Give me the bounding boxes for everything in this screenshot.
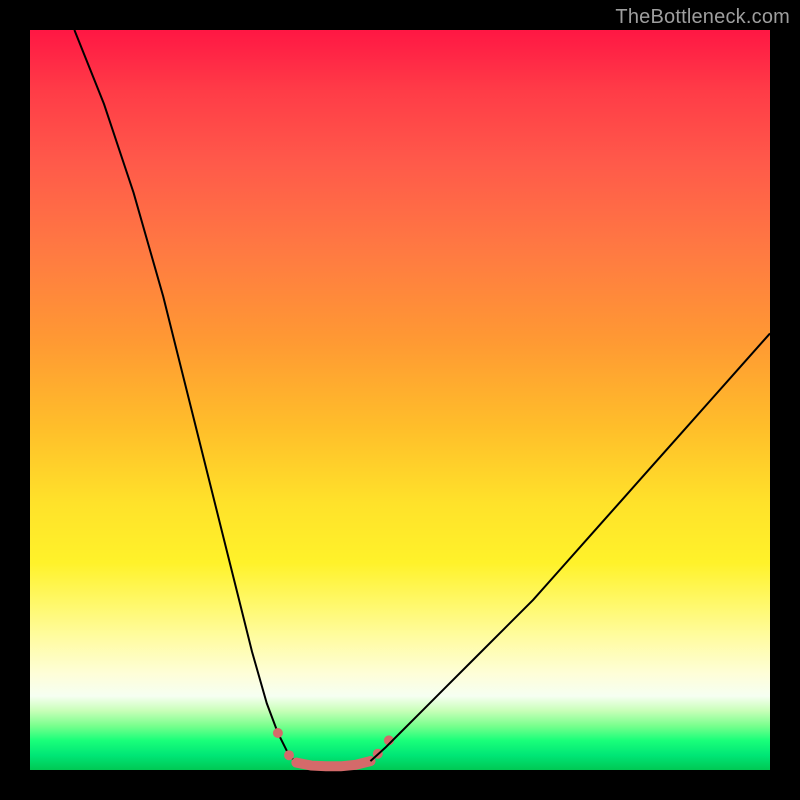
watermark-text: TheBottleneck.com [615, 6, 790, 29]
plot-area [30, 30, 770, 770]
chart-svg [30, 30, 770, 770]
series-flat-valley-marker [296, 761, 370, 766]
series-left-descent [74, 30, 296, 763]
series-right-ascent [370, 333, 770, 761]
marker-dot [284, 750, 294, 760]
marker-dot [291, 758, 301, 768]
marker-dot [273, 728, 283, 738]
chart-frame: TheBottleneck.com [0, 0, 800, 800]
